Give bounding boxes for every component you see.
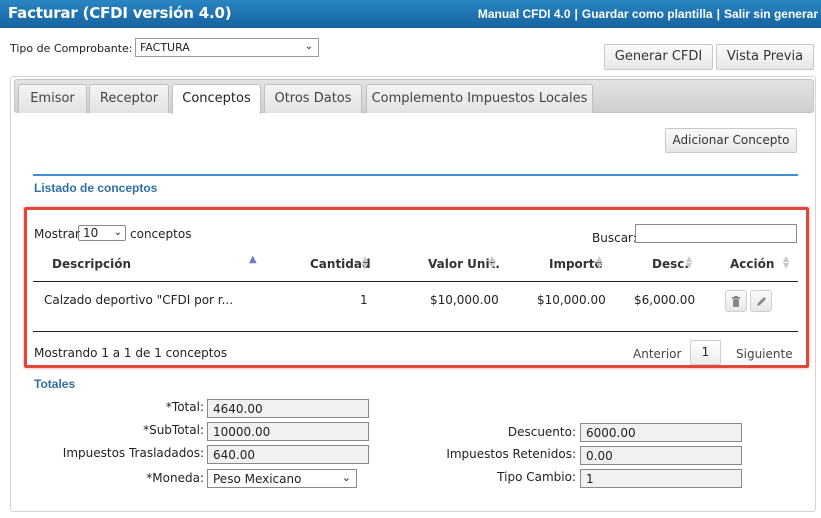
page-title: Facturar (CFDI versión 4.0) (8, 4, 232, 22)
mostrar-label: Mostrar (34, 227, 80, 241)
listado-title: Listado de conceptos (34, 181, 158, 195)
cell-importe: $10,000.00 (537, 293, 606, 307)
total-label: *Total: (165, 400, 204, 414)
impuestos-trasladados-label: Impuestos Trasladados: (62, 446, 204, 460)
moneda-value: Peso Mexicano (213, 472, 302, 486)
edit-button[interactable] (750, 290, 772, 312)
moneda-label: *Moneda: (146, 471, 204, 485)
exit-link[interactable]: Salir sin generar (724, 7, 818, 21)
cell-descripcion: Calzado deportivo "CFDI por r... (44, 293, 234, 307)
table-footer-border (33, 331, 798, 332)
tipo-comprobante-select[interactable]: FACTURA ⌄ (135, 38, 319, 57)
column-header-desc[interactable]: Desc. (652, 257, 689, 271)
pencil-icon (756, 297, 766, 306)
search-input[interactable] (635, 224, 797, 243)
tab-receptor[interactable]: Receptor (89, 84, 169, 113)
sort-icon[interactable]: ▲ ▼ (489, 255, 495, 270)
impuestos-retenidos-field[interactable]: 0.00 (580, 446, 742, 465)
tab-otros-datos[interactable]: Otros Datos (264, 84, 362, 113)
title-bar: Facturar (CFDI versión 4.0) Manual CFDI … (0, 0, 821, 28)
descuento-label: Descuento: (507, 425, 576, 439)
totales-title: Totales (34, 377, 76, 391)
tab-complemento-impuestos-locales[interactable]: Complemento Impuestos Locales (366, 84, 593, 113)
adicionar-concepto-button[interactable]: Adicionar Concepto (665, 128, 797, 153)
table-header-border (33, 281, 798, 282)
column-header-accion[interactable]: Acción (730, 257, 774, 271)
page-length-value: 10 (83, 226, 99, 240)
sort-icon[interactable]: ▲ ▼ (596, 255, 602, 270)
descuento-field[interactable]: 6000.00 (580, 423, 742, 442)
cell-cantidad: 1 (360, 293, 368, 307)
total-field[interactable]: 4640.00 (207, 399, 369, 418)
tipo-comprobante-value: FACTURA (140, 41, 190, 54)
sort-asc-icon[interactable]: ▲ (249, 255, 257, 265)
chevron-down-icon: ⌄ (341, 471, 351, 484)
subtotal-field[interactable]: 10000.00 (207, 422, 369, 441)
sort-icon[interactable]: ▲ ▼ (686, 255, 692, 270)
delete-button[interactable] (725, 290, 747, 312)
vista-previa-button[interactable]: Vista Previa (716, 44, 814, 70)
separator: | (716, 7, 720, 21)
header-links: Manual CFDI 4.0 | Guardar como plantilla | S… (478, 7, 818, 21)
pagination-next[interactable]: Siguiente (736, 347, 793, 361)
pagination-prev[interactable]: Anterior (633, 347, 681, 361)
table-info: Mostrando 1 a 1 de 1 conceptos (34, 346, 228, 360)
moneda-select[interactable]: Peso Mexicano ⌄ (207, 469, 357, 488)
tipo-comprobante-label: Tipo de Comprobante: (10, 42, 133, 55)
tipo-cambio-field[interactable]: 1 (580, 469, 742, 488)
tipo-cambio-label: Tipo Cambio: (497, 470, 576, 484)
subtotal-label: *SubTotal: (143, 423, 204, 437)
column-header-importe[interactable]: Importe (549, 257, 603, 271)
buscar-label: Buscar: (592, 231, 637, 245)
manual-link[interactable]: Manual CFDI 4.0 (478, 7, 571, 21)
generar-cfdi-button[interactable]: Generar CFDI (604, 44, 713, 70)
conceptos-label: conceptos (130, 227, 192, 241)
separator: | (574, 7, 578, 21)
section-divider (33, 174, 798, 176)
pagination-page[interactable]: 1 (690, 340, 721, 365)
cell-valor-unit: $10,000.00 (430, 293, 499, 307)
chevron-down-icon: ⌄ (304, 41, 313, 52)
sort-icon[interactable]: ▲ ▼ (783, 255, 789, 270)
chevron-down-icon: ⌄ (113, 227, 122, 238)
cell-desc: $6,000.00 (634, 293, 696, 307)
impuestos-retenidos-label: Impuestos Retenidos: (446, 447, 576, 461)
save-template-link[interactable]: Guardar como plantilla (582, 7, 713, 21)
impuestos-trasladados-field[interactable]: 640.00 (207, 445, 369, 464)
trash-icon (732, 296, 740, 307)
tab-conceptos[interactable]: Conceptos (172, 84, 261, 114)
sort-icon[interactable]: ▲ ▼ (362, 255, 368, 270)
column-header-descripcion[interactable]: Descripción (52, 257, 131, 271)
page-length-select[interactable]: 10 ⌄ (78, 225, 126, 241)
tab-emisor[interactable]: Emisor (18, 84, 87, 113)
